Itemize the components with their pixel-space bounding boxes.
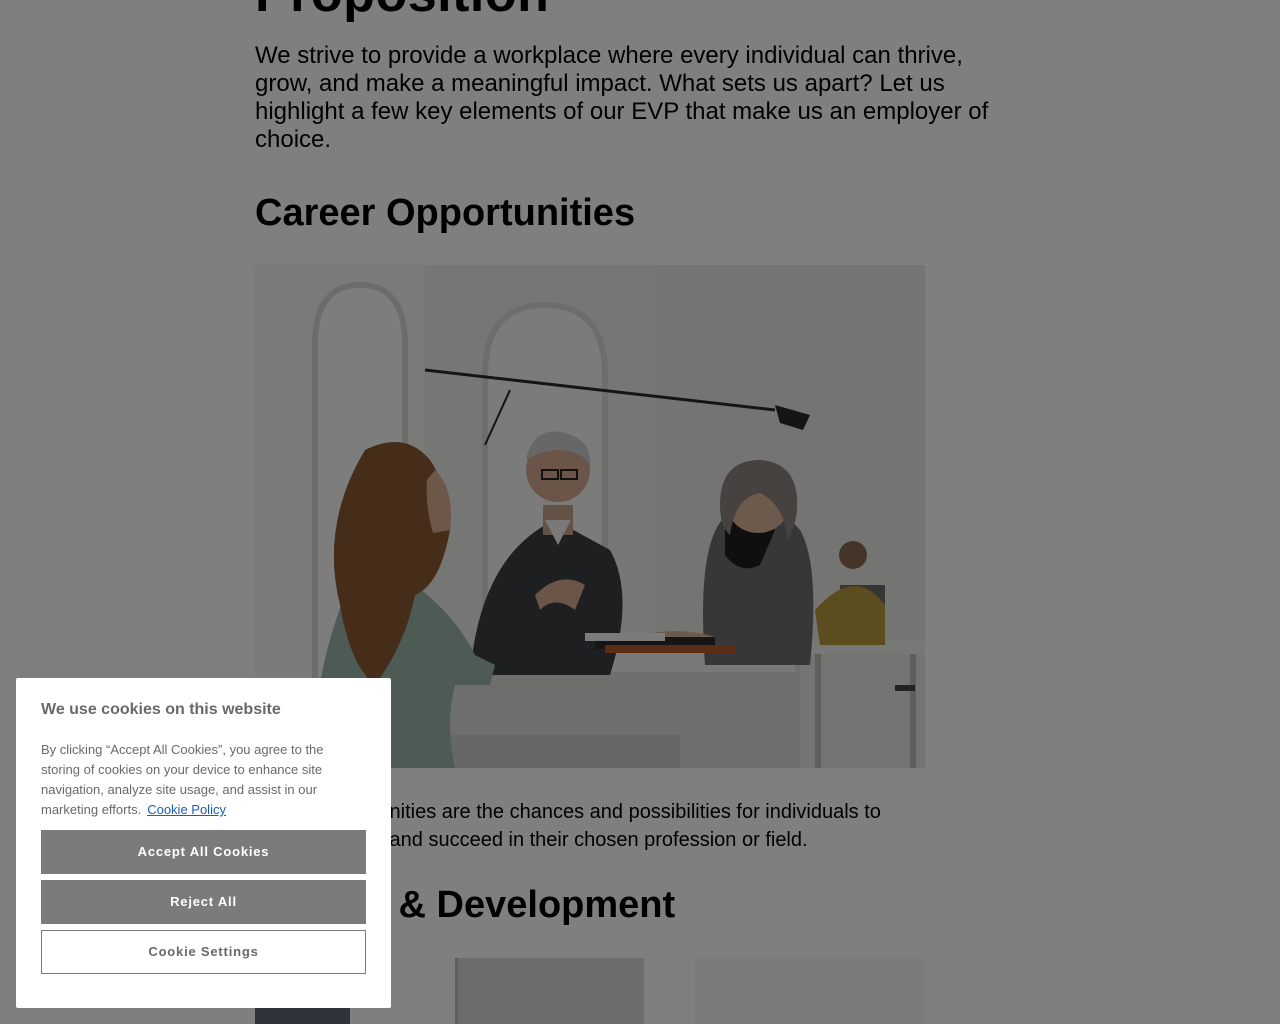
- cookie-settings-button[interactable]: Cookie Settings: [41, 930, 366, 974]
- page: Proposition We strive to provide a workp…: [0, 0, 1280, 1024]
- cookie-banner-title: We use cookies on this website: [41, 701, 281, 718]
- cookie-consent-banner: We use cookies on this website By clicki…: [16, 678, 391, 1008]
- accept-all-cookies-button[interactable]: Accept All Cookies: [41, 830, 366, 874]
- cookie-policy-link[interactable]: Cookie Policy: [147, 802, 226, 817]
- cookie-banner-description: By clicking “Accept All Cookies”, you ag…: [41, 740, 366, 820]
- reject-all-button[interactable]: Reject All: [41, 880, 366, 924]
